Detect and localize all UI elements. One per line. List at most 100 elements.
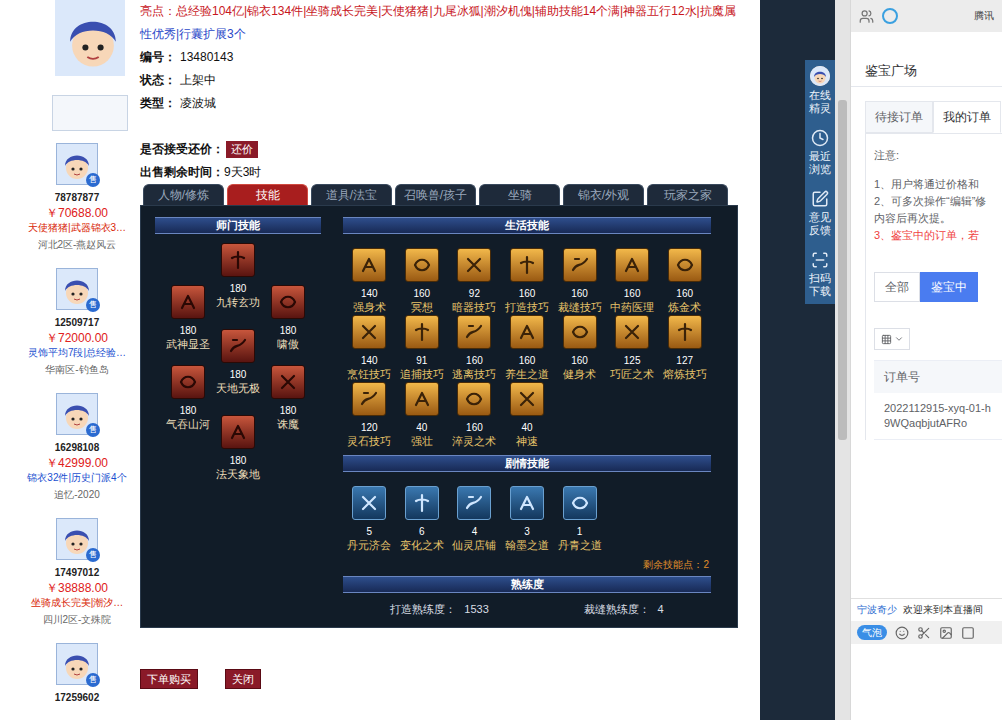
skill[interactable]: 3翰墨之道 xyxy=(501,486,554,552)
detail-tab[interactable]: 技能 xyxy=(227,184,308,205)
side-toolbar-item[interactable]: 扫码下载 xyxy=(808,251,832,298)
status-icon[interactable] xyxy=(882,8,898,24)
notice-line: 1、用户将通过价格和 xyxy=(874,177,1002,191)
image-icon[interactable] xyxy=(939,626,953,640)
skill-icon xyxy=(352,315,386,349)
skill[interactable]: 160冥想 xyxy=(396,248,449,314)
scrollbar[interactable] xyxy=(835,0,850,720)
bubble-button[interactable]: 气泡 xyxy=(857,625,887,640)
bargain-button[interactable]: 还价 xyxy=(226,141,258,158)
skill[interactable]: 160打造技巧 xyxy=(501,248,554,314)
skill[interactable]: 5丹元济会 xyxy=(343,486,396,552)
sale-badge: 售 xyxy=(86,298,100,312)
scrollbar-thumb[interactable] xyxy=(838,100,847,440)
skill-emblem-icon xyxy=(357,491,381,515)
action-button[interactable]: 下单购买 xyxy=(140,669,198,689)
edit-icon xyxy=(811,190,829,208)
skill[interactable]: 160炼金术 xyxy=(658,248,711,314)
detail-tab[interactable]: 道具/法宝 xyxy=(311,184,392,205)
skill[interactable]: 180气吞山河 xyxy=(166,365,210,431)
skill[interactable]: 180诛魔 xyxy=(271,365,305,431)
skill[interactable]: 180啸傲 xyxy=(271,285,305,351)
chat-user[interactable]: 宁波奇少 xyxy=(857,603,897,617)
skill[interactable]: 180法天象地 xyxy=(216,415,260,481)
skill-icon xyxy=(510,382,544,416)
skill[interactable]: 180武神显圣 xyxy=(166,285,210,351)
listing-id: 16298108 xyxy=(55,441,100,455)
listing-server: 追忆-2020 xyxy=(54,487,100,503)
emoji-icon[interactable] xyxy=(895,626,909,640)
skill-icon xyxy=(668,248,702,282)
skill[interactable]: 120灵石技巧 xyxy=(343,382,396,448)
filter-button[interactable]: 鉴宝中 xyxy=(920,272,978,302)
skill[interactable]: 40强壮 xyxy=(396,382,449,448)
skill[interactable]: 180九转玄功 xyxy=(216,243,260,309)
detail-tab[interactable]: 玩家之家 xyxy=(647,184,728,205)
section-header: 生活技能 xyxy=(343,217,711,234)
square-icon[interactable] xyxy=(961,626,975,640)
skill-icon xyxy=(221,329,255,363)
skill[interactable]: 4仙灵店铺 xyxy=(448,486,501,552)
scissors-icon[interactable] xyxy=(917,626,931,640)
listing-tag: 坐骑成长完美|潮汐… xyxy=(31,596,124,610)
skill[interactable]: 127熔炼技巧 xyxy=(658,315,711,381)
skill[interactable]: 1丹青之道 xyxy=(553,486,606,552)
table-row[interactable]: 2022112915-xyq-01-h9WQaqbjutAFRo xyxy=(874,393,1002,440)
side-toolbar-item[interactable]: 最近浏览 xyxy=(808,129,832,176)
side-toolbar-item[interactable]: 在线精灵 xyxy=(808,66,832,115)
skill[interactable]: 91追捕技巧 xyxy=(396,315,449,381)
grid-icon xyxy=(881,334,892,345)
side-toolbar-item[interactable]: 意见反馈 xyxy=(808,190,832,237)
highlight-line: 亮点：总经验104亿|锦衣134件|坐骑成长完美|天使猪猪|九尾冰狐|潮汐机傀|… xyxy=(140,0,740,23)
detail-tab[interactable]: 坐骑 xyxy=(479,184,560,205)
table-header: 订单号 xyxy=(874,361,1002,393)
skill-emblem-icon xyxy=(276,370,300,394)
skill[interactable]: 140强身术 xyxy=(343,248,396,314)
similar-listing[interactable]: 售17259602 xyxy=(22,643,132,720)
skill-icon xyxy=(457,248,491,282)
highlight-line: 性优秀|行囊扩展3个 xyxy=(140,23,740,46)
order-tab[interactable]: 待接订单 xyxy=(865,101,933,133)
skill[interactable]: 125巧匠之术 xyxy=(606,315,659,381)
skill-icon xyxy=(510,486,544,520)
listing-price: ￥72000.00 xyxy=(46,330,108,346)
skill[interactable]: 160逃离技巧 xyxy=(448,315,501,381)
skill-icon xyxy=(510,315,544,349)
side-toolbar: 在线精灵最近浏览意见反馈扫码下载 xyxy=(805,60,835,304)
skill-emblem-icon xyxy=(357,253,381,277)
listing-tag: 天使猪猪|武器锦衣3… xyxy=(28,221,126,235)
skill[interactable]: 140烹饪技巧 xyxy=(343,315,396,381)
skill-icon xyxy=(171,365,205,399)
order-table: 订单号2022112915-xyq-01-h9WQaqbjutAFRo xyxy=(874,360,1002,440)
skill[interactable]: 160养生之道 xyxy=(501,315,554,381)
users-icon[interactable] xyxy=(859,9,874,24)
order-tab[interactable]: 我的订单 xyxy=(933,101,1001,133)
similar-listing[interactable]: 售12509717￥72000.00灵饰平均7段|总经验…华南区-钓鱼岛 xyxy=(22,268,132,393)
similar-listing[interactable]: 售78787877￥70688.00天使猪猪|武器锦衣3…河北2区-燕赵风云 xyxy=(22,143,132,268)
detail-tab[interactable]: 锦衣/外观 xyxy=(563,184,644,205)
action-button[interactable]: 关闭 xyxy=(225,669,261,689)
similar-listing[interactable]: 售16298108￥42999.00锦衣32件|历史门派4个追忆-2020 xyxy=(22,393,132,518)
skill-emblem-icon xyxy=(462,387,486,411)
column-picker[interactable] xyxy=(874,328,910,350)
skill-emblem-icon xyxy=(515,491,539,515)
skill[interactable]: 6变化之术 xyxy=(396,486,449,552)
notice-line: 3、鉴宝中的订单，若 xyxy=(874,228,1002,242)
skill[interactable]: 40神速 xyxy=(501,382,554,448)
similar-listing[interactable]: 售17497012￥38888.00坐骑成长完美|潮汐…四川2区-文殊院 xyxy=(22,518,132,643)
detail-tab[interactable]: 召唤兽/孩子 xyxy=(395,184,476,205)
notice-title: 注意: xyxy=(874,148,1002,163)
skill-icon xyxy=(457,382,491,416)
filter-button[interactable]: 全部 xyxy=(874,272,920,302)
detail-tab[interactable]: 人物/修炼 xyxy=(143,184,224,205)
skill[interactable]: 180天地无极 xyxy=(216,329,260,395)
skill[interactable]: 160中药医理 xyxy=(606,248,659,314)
skill[interactable]: 160健身术 xyxy=(553,315,606,381)
skill[interactable]: 160裁缝技巧 xyxy=(553,248,606,314)
skill-emblem-icon xyxy=(568,320,592,344)
skill[interactable]: 160淬灵之术 xyxy=(448,382,501,448)
skill[interactable]: 92暗器技巧 xyxy=(448,248,501,314)
listing-id: 17259602 xyxy=(55,691,100,705)
skill-emblem-icon xyxy=(410,491,434,515)
listing-thumbnail: 售 xyxy=(56,268,98,310)
